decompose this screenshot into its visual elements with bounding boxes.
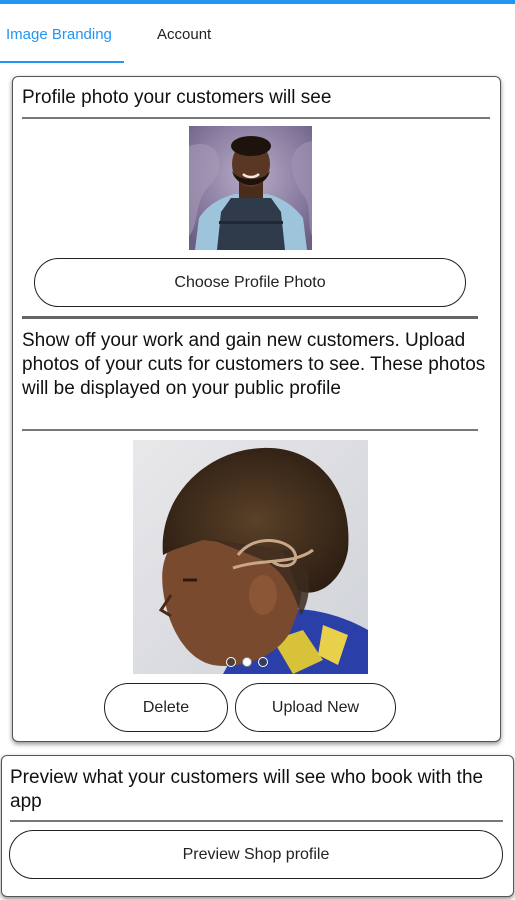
work-photo-carousel-image[interactable]: [133, 440, 368, 674]
divider: [22, 429, 478, 431]
work-photos-heading: Show off your work and gain new customer…: [22, 330, 486, 399]
divider: [22, 117, 490, 119]
section-divider: [22, 316, 478, 319]
preview-heading: Preview what your customers will see who…: [10, 767, 484, 812]
carousel-dot[interactable]: [258, 657, 268, 667]
carousel-dot[interactable]: [226, 657, 236, 667]
preview-shop-profile-button[interactable]: Preview Shop profile: [9, 830, 503, 879]
delete-button[interactable]: Delete: [104, 683, 228, 732]
profile-photo: [189, 126, 312, 250]
tab-account[interactable]: Account: [157, 26, 211, 43]
carousel-dot-active[interactable]: [242, 657, 252, 667]
profile-photo-heading: Profile photo your customers will see: [22, 87, 332, 108]
choose-profile-photo-button[interactable]: Choose Profile Photo: [34, 258, 466, 307]
tab-image-branding[interactable]: Image Branding: [6, 26, 112, 43]
tab-bar: Image Branding Account: [0, 4, 515, 63]
upload-new-button[interactable]: Upload New: [235, 683, 396, 732]
carousel-indicator: [226, 655, 278, 669]
active-tab-indicator: [0, 61, 124, 63]
divider: [10, 820, 503, 822]
